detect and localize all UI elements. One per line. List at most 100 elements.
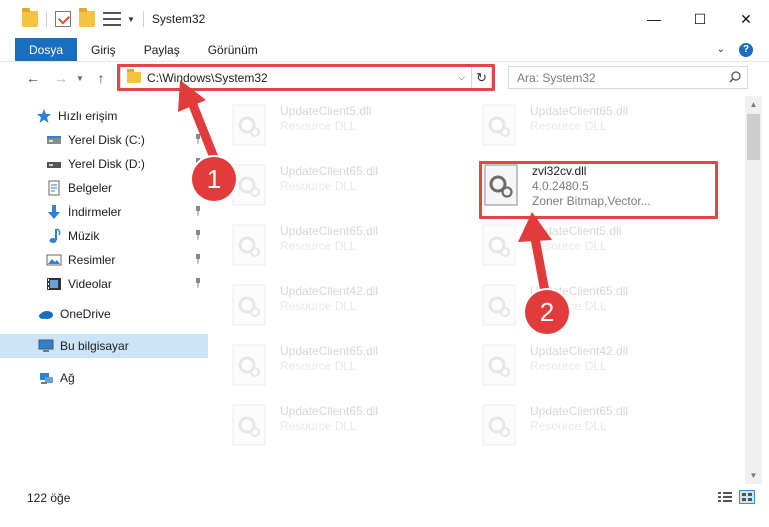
maximize-button[interactable]: ☐ (677, 0, 723, 38)
status-bar: 122 öğe (0, 486, 769, 510)
address-bar[interactable]: C:\Windows\System32 ⌵ (120, 66, 472, 89)
file-type: Resource DLL (280, 299, 357, 313)
sidebar-item-quick-access[interactable]: Hızlı erişim (0, 104, 208, 128)
list-item[interactable]: UpdateClient5.dll Resource DLL (462, 224, 692, 274)
step-1-badge: 1 (192, 157, 236, 201)
sidebar-item-music[interactable]: Müzik (0, 224, 208, 248)
list-item[interactable]: UpdateClient65.dllResource DLL (212, 344, 442, 394)
list-item[interactable]: UpdateClient42.dll Resource DLL (462, 344, 692, 394)
search-input[interactable]: Ara: System32 (508, 66, 748, 89)
recent-locations-caret-icon[interactable]: ▼ (74, 67, 86, 89)
vertical-scrollbar[interactable]: ▲ ▼ (745, 96, 762, 484)
details-view-icon[interactable] (717, 490, 733, 504)
dll-file-icon (484, 164, 518, 206)
refresh-icon[interactable]: ↻ (472, 66, 492, 89)
sidebar-item-label: Belgeler (68, 181, 113, 195)
star-icon (37, 109, 51, 123)
file-type: Resource DLL (280, 359, 357, 373)
dll-file-icon (232, 284, 266, 326)
sidebar-item-pictures[interactable]: Resimler (0, 248, 208, 272)
file-name: UpdateClient42.dll (280, 284, 379, 298)
file-type: Resource DLL (280, 179, 357, 193)
help-icon[interactable]: ? (739, 42, 753, 57)
large-icons-view-icon[interactable] (739, 490, 755, 504)
download-icon (48, 205, 60, 219)
address-dropdown-caret-icon[interactable]: ⌵ (458, 72, 465, 83)
file-description: Zoner Bitmap,Vector... (532, 194, 651, 208)
list-item[interactable]: UpdateClient65.dllResource DLL (212, 224, 442, 274)
tab-home[interactable]: Giriş (77, 38, 130, 61)
dll-file-icon (232, 224, 266, 266)
quick-access-toolbar: ▼ (0, 0, 135, 38)
address-path[interactable]: C:\Windows\System32 (147, 71, 268, 85)
list-item[interactable]: UpdateClient65.dllResource DLL (212, 164, 442, 214)
sidebar-item-label: OneDrive (60, 307, 111, 321)
search-placeholder: Ara: System32 (517, 70, 596, 85)
sidebar-item-local-disk-c[interactable]: Yerel Disk (C:) (0, 128, 208, 152)
navigation-pane: Hızlı erişim Yerel Disk (C:) Yerel Disk … (0, 96, 208, 486)
back-arrow-icon[interactable]: ← (22, 67, 44, 89)
dll-file-icon (232, 404, 266, 446)
new-folder-icon[interactable] (79, 8, 95, 27)
close-button[interactable]: ✕ (723, 0, 769, 38)
list-item[interactable]: UpdateClient65.dllResource DLL (462, 104, 692, 154)
file-name: UpdateClient65.dll (530, 404, 629, 418)
sidebar-item-videos[interactable]: Videolar (0, 272, 208, 296)
scroll-up-icon[interactable]: ▲ (745, 96, 762, 113)
file-name: UpdateClient65.dll (280, 164, 379, 178)
sidebar-item-downloads[interactable]: İndirmeler (0, 200, 208, 224)
file-name: UpdateClient65.dll (280, 224, 379, 238)
tab-file[interactable]: Dosya (15, 38, 78, 61)
file-name: UpdateClient5.dll (530, 224, 622, 238)
sidebar-item-this-pc[interactable]: Bu bilgisayar (0, 334, 208, 358)
list-item[interactable]: UpdateClient42.dll Resource DLL (212, 284, 442, 334)
window-controls: — ☐ ✕ (631, 0, 769, 38)
expand-ribbon-chevron-icon[interactable]: ⌄ (717, 44, 725, 55)
computer-icon (38, 339, 54, 352)
sidebar-item-local-disk-d[interactable]: Yerel Disk (D:) (0, 152, 208, 176)
dll-file-icon (232, 164, 266, 206)
folder-icon[interactable] (22, 8, 38, 27)
ribbon-tabs: Dosya Giriş Paylaş Görünüm ⌄ ? (0, 38, 769, 62)
file-type: Resource DLL (280, 419, 357, 433)
file-type: Resource DLL (530, 419, 607, 433)
dll-file-icon (232, 104, 266, 146)
scroll-thumb[interactable] (747, 114, 760, 160)
sidebar-item-label: Videolar (68, 277, 112, 291)
scroll-down-icon[interactable]: ▼ (745, 467, 762, 484)
list-item[interactable]: UpdateClient65.dllResource DLL (212, 404, 442, 454)
drive-icon (47, 136, 61, 144)
window-title: System32 (151, 12, 206, 26)
sidebar-item-documents[interactable]: Belgeler (0, 176, 208, 200)
title-bar: ▼ System32 — ☐ ✕ (0, 0, 769, 38)
list-item[interactable]: UpdateClient5.dll Resource DLL (212, 104, 442, 154)
up-arrow-icon[interactable]: ↑ (90, 67, 112, 89)
tab-share[interactable]: Paylaş (130, 38, 194, 61)
customize-toolbar-caret-icon[interactable]: ▼ (127, 15, 135, 24)
sidebar-item-network[interactable]: Ağ (0, 366, 208, 390)
tab-view[interactable]: Görünüm (194, 38, 272, 61)
highlighted-file-item[interactable]: zvl32cv.dll 4.0.2480.5 Zoner Bitmap,Vect… (464, 164, 714, 214)
list-item[interactable]: UpdateClient65.dllResource DLL (462, 404, 692, 454)
forward-arrow-icon[interactable]: → (50, 67, 72, 89)
file-name: UpdateClient65.dll (280, 344, 379, 358)
sidebar-item-label: Hızlı erişim (58, 109, 118, 123)
file-name: UpdateClient5.dll (280, 104, 372, 118)
file-name: UpdateClient42.dll (530, 344, 629, 358)
list-item[interactable]: UpdateClient65.dllResource DLL (462, 284, 692, 334)
file-type: Resource DLL (530, 239, 607, 253)
network-icon (40, 373, 53, 384)
file-name: UpdateClient65.dll (280, 404, 379, 418)
folder-icon (127, 69, 141, 83)
sidebar-item-label: İndirmeler (68, 205, 122, 219)
search-icon[interactable] (729, 71, 741, 83)
properties-icon[interactable] (55, 11, 71, 27)
sidebar-item-onedrive[interactable]: OneDrive (0, 302, 208, 326)
pin-icon (196, 134, 200, 144)
sidebar-item-label: Bu bilgisayar (60, 339, 129, 353)
view-options-icon[interactable] (103, 12, 121, 26)
sidebar-item-label: Ağ (60, 371, 75, 385)
minimize-button[interactable]: — (631, 0, 677, 38)
file-type: Resource DLL (530, 359, 607, 373)
dll-file-icon (482, 224, 516, 266)
